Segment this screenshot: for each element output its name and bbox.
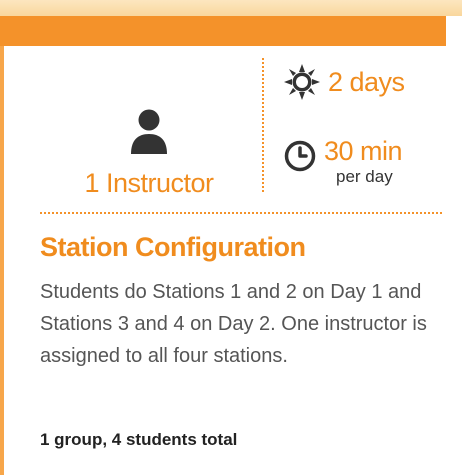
time-stat: 30 min per day xyxy=(284,136,403,186)
header-bar xyxy=(0,16,446,46)
vertical-divider xyxy=(262,58,264,192)
left-accent-line xyxy=(0,46,4,475)
station-card: 1 Instructor 2 days 30 min per day Stati… xyxy=(0,0,462,475)
top-glow xyxy=(0,0,462,16)
sun-icon xyxy=(284,64,320,100)
horizontal-divider xyxy=(40,212,442,214)
days-stat: 2 days xyxy=(284,64,405,100)
section-title: Station Configuration xyxy=(40,232,306,262)
time-unit: per day xyxy=(336,167,393,186)
group-summary: 1 group, 4 students total xyxy=(40,430,238,449)
person-icon xyxy=(131,109,167,154)
clock-icon xyxy=(284,140,316,172)
instructor-block: 1 Instructor xyxy=(64,108,234,199)
time-value: 30 min xyxy=(324,136,403,166)
instructor-count: 1 Instructor xyxy=(84,168,214,198)
days-value: 2 days xyxy=(328,66,405,97)
section-description: Students do Stations 1 and 2 on Day 1 an… xyxy=(40,281,427,367)
